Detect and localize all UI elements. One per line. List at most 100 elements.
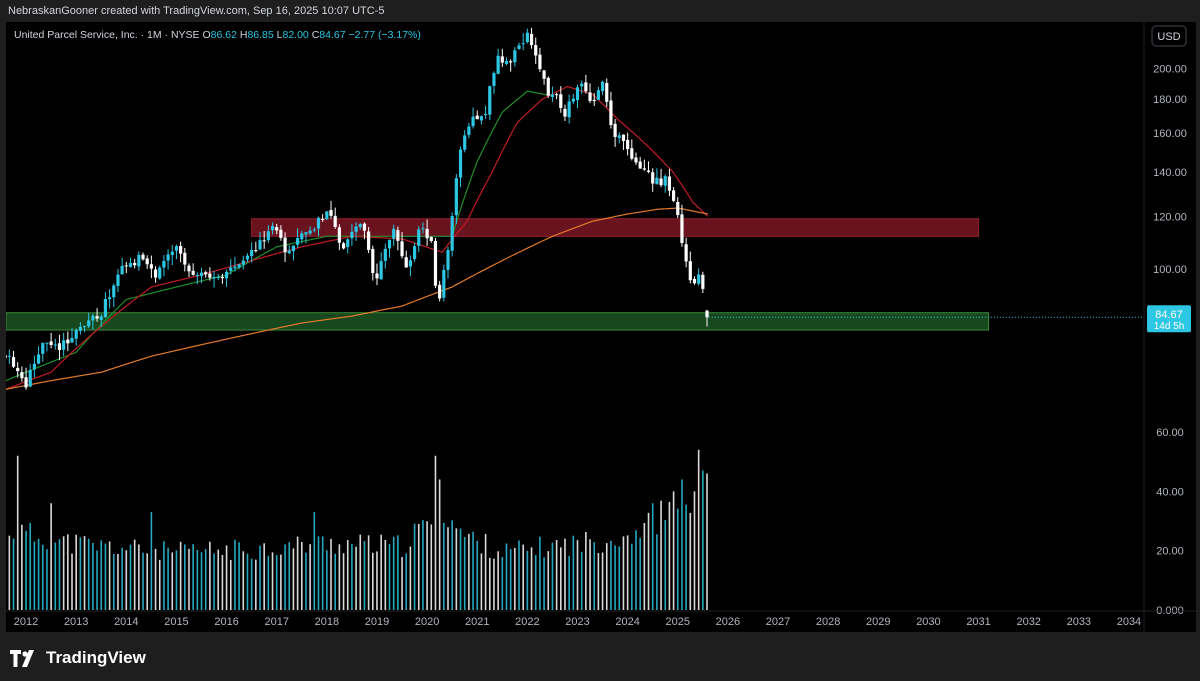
volume-bar	[79, 537, 82, 610]
volume-bar	[271, 552, 274, 610]
candle-body	[262, 240, 266, 242]
tradingview-logo-icon	[10, 649, 34, 667]
volume-bar	[497, 551, 499, 610]
candle-body	[408, 260, 412, 267]
volume-bar	[681, 479, 683, 610]
volume-bar	[292, 548, 295, 610]
candle-body	[153, 269, 158, 278]
candle-body	[375, 273, 379, 279]
candle-body	[697, 274, 701, 284]
candle-body	[513, 50, 517, 63]
volume-bar	[246, 553, 249, 610]
last-price-label: 84.6714d 5h	[1147, 305, 1191, 333]
candle-body	[266, 231, 270, 241]
candle-body	[550, 94, 555, 97]
time-tick-label: 2024	[615, 616, 639, 628]
candle-body	[20, 372, 24, 379]
volume-bar	[167, 547, 169, 610]
volume-bar	[83, 536, 86, 610]
candle-body	[605, 82, 609, 102]
volume-bar	[171, 552, 174, 610]
candle-body	[559, 94, 563, 108]
candle-body	[112, 285, 116, 298]
volume-bar	[397, 535, 399, 610]
volume-bar	[651, 503, 654, 610]
time-tick-label: 2026	[716, 616, 740, 628]
candle-body	[36, 354, 41, 364]
candle-body	[53, 344, 57, 346]
volume-bar	[163, 541, 165, 610]
volume-bar	[192, 544, 194, 610]
candle-body	[646, 170, 651, 172]
price-tick-label: 200.00	[1153, 64, 1187, 76]
candle-body	[634, 157, 638, 163]
candle-body	[195, 274, 199, 276]
time-tick-label: 2012	[14, 616, 38, 628]
time-tick-label: 2028	[816, 616, 840, 628]
volume-bar	[547, 551, 550, 610]
candle-body	[676, 201, 680, 216]
candle-body	[341, 243, 346, 249]
candle-body	[584, 82, 588, 92]
volume-bar	[129, 544, 132, 610]
candle-body	[296, 238, 300, 245]
candle-body	[212, 276, 216, 279]
candle-body	[99, 316, 103, 320]
volume-bar	[706, 473, 708, 610]
volume-bar	[179, 541, 182, 610]
volume-bar	[672, 491, 675, 610]
volume-bar	[443, 522, 445, 610]
candle-body	[671, 190, 676, 201]
volume-bar	[29, 523, 32, 610]
candle-body	[120, 265, 124, 275]
candle-body	[11, 357, 16, 367]
time-tick-label: 2030	[916, 616, 940, 628]
volume-bar	[355, 546, 357, 610]
time-tick-label: 2017	[264, 616, 288, 628]
volume-bar	[363, 541, 366, 610]
candle-body	[333, 215, 337, 227]
volume-bar	[150, 512, 153, 610]
price-tick-label: 40.00	[1156, 486, 1184, 498]
candle-body	[433, 241, 438, 286]
candle-body	[609, 100, 613, 125]
volume-bar	[455, 528, 458, 610]
volume-bar	[551, 542, 554, 610]
volume-bar	[250, 558, 253, 610]
candle-body	[24, 377, 28, 388]
candle-body	[7, 355, 11, 357]
volume-bar	[468, 533, 470, 610]
currency-button[interactable]: USD	[1151, 25, 1187, 47]
volume-bar	[639, 537, 641, 610]
candle-body	[621, 134, 626, 141]
volume-bar	[568, 556, 570, 610]
chart-panel[interactable]: 220.00200.00180.00160.00140.00120.00100.…	[6, 22, 1196, 632]
volume-bar	[259, 545, 261, 610]
tradingview-brand[interactable]: TradingView	[10, 648, 146, 668]
volume-bar	[593, 542, 596, 610]
time-tick-label: 2016	[214, 616, 238, 628]
candle-body	[32, 363, 37, 370]
volume-bar	[656, 534, 658, 610]
volume-bar	[693, 491, 696, 610]
time-tick-label: 2015	[164, 616, 188, 628]
candle-body	[400, 241, 404, 257]
currency-label: USD	[1157, 31, 1180, 43]
price-tick-label: 140.00	[1153, 167, 1187, 179]
volume-bar	[585, 531, 587, 610]
volume-bar	[622, 536, 625, 610]
volume-bar	[422, 520, 424, 610]
candle-body	[617, 135, 621, 138]
candle-body	[692, 278, 697, 284]
candlestick-chart[interactable]: 220.00200.00180.00160.00140.00120.00100.…	[6, 22, 1196, 632]
price-tick-label: 160.00	[1153, 128, 1187, 140]
price-tick-label: 100.00	[1153, 264, 1187, 276]
candle-body	[362, 223, 367, 231]
volume-bar	[280, 554, 282, 610]
volume-bar	[505, 543, 508, 610]
volume-bar	[351, 543, 353, 610]
candle-body	[529, 33, 534, 46]
candle-body	[283, 237, 287, 253]
candle-body	[279, 229, 283, 238]
candle-body	[133, 262, 137, 266]
